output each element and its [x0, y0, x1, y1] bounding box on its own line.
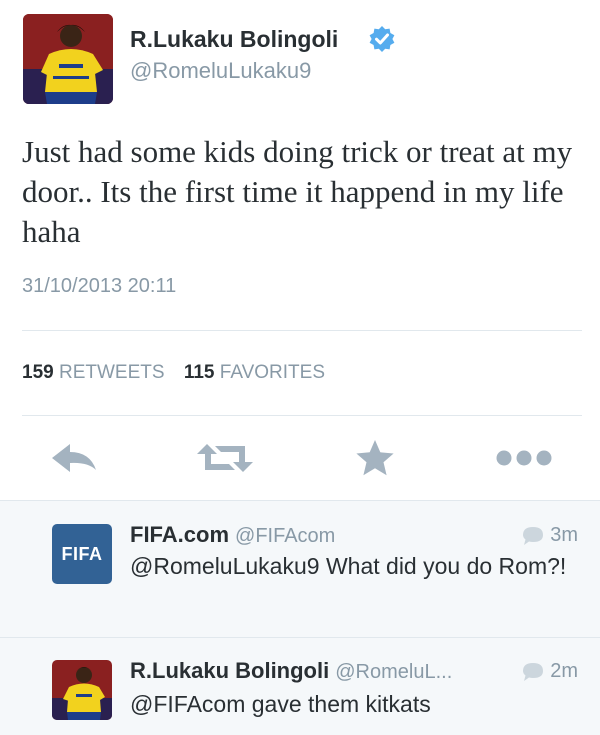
tweet-text: Just had some kids doing trick or treat … — [22, 134, 573, 249]
verified-badge-icon — [368, 25, 396, 53]
author-name[interactable]: R.Lukaku Bolingoli — [130, 26, 338, 53]
reply-text: @FIFAcom gave them kitkats — [130, 691, 431, 717]
reply-author-avatar[interactable] — [52, 660, 112, 720]
divider — [22, 330, 582, 331]
favorite-button[interactable] — [345, 430, 405, 486]
player-photo-icon — [52, 660, 112, 720]
reply-arrow-icon — [52, 444, 96, 472]
retweets-label[interactable]: RETWEETS — [59, 362, 165, 383]
author-avatar[interactable] — [23, 14, 113, 104]
author-handle[interactable]: @RomeluLukaku9 — [130, 58, 311, 84]
main-tweet: R.Lukaku Bolingoli @RomeluLukaku9 Just h… — [0, 0, 600, 500]
more-dots-icon — [496, 450, 552, 466]
more-button[interactable] — [494, 430, 554, 486]
retweet-button[interactable] — [195, 430, 255, 486]
divider — [22, 415, 582, 416]
reply-author-handle: @RomeluL... — [335, 661, 453, 683]
reply-time-text: 3m — [550, 524, 578, 546]
reply-text: @RomeluLukaku9 What did you do Rom?! — [130, 553, 567, 579]
fifa-logo-icon: FIFA — [61, 543, 103, 564]
fifa-avatar[interactable]: FIFA — [52, 524, 112, 584]
reply-button[interactable] — [44, 430, 104, 486]
reply-item[interactable]: R.Lukaku Bolingoli @RomeluL... 2m @FIFAco… — [0, 638, 600, 735]
favorites-count[interactable]: 115 — [184, 362, 215, 383]
reply-author-handle: @FIFAcom — [235, 525, 336, 547]
favorites-label[interactable]: FAVORITES — [220, 362, 325, 383]
reply-time: 2m — [522, 660, 578, 683]
reply-author-name: FIFA.com — [130, 522, 230, 547]
retweet-icon — [197, 444, 253, 472]
reply-item[interactable]: FIFA FIFA.com @FIFAcom 3m @RomeluLukaku9 … — [0, 500, 600, 638]
retweets-count[interactable]: 159 — [22, 362, 54, 383]
replies-list: FIFA FIFA.com @FIFAcom 3m @RomeluLukaku9 … — [0, 500, 600, 735]
star-icon — [356, 440, 394, 476]
tweet-stats: 159 RETWEETS 115 FAVORITES — [22, 362, 339, 384]
player-photo-icon — [23, 14, 113, 104]
speech-bubble-icon — [523, 662, 544, 681]
reply-author-name: R.Lukaku Bolingoli — [130, 658, 330, 683]
reply-time-text: 2m — [550, 660, 578, 682]
tweet-actions — [0, 430, 600, 490]
speech-bubble-icon — [523, 526, 544, 545]
reply-author[interactable]: R.Lukaku Bolingoli @RomeluL... — [130, 658, 452, 684]
reply-time: 3m — [522, 524, 578, 547]
tweet-timestamp: 31/10/2013 20:11 — [22, 275, 177, 297]
reply-author[interactable]: FIFA.com @FIFAcom — [130, 522, 335, 548]
